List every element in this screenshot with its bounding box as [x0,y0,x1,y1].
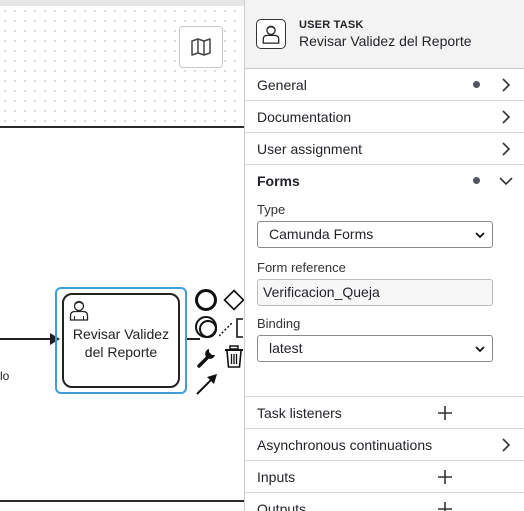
chevron-right-icon [502,78,511,92]
add-task-listener-button[interactable] [436,404,454,422]
task-selection-outline: Revisar Validez del Reporte [55,287,187,394]
group-user-assignment[interactable]: User assignment [245,133,524,165]
forms-group-body: Type Camunda Forms Form reference Verifi… [245,197,524,397]
group-label: User assignment [257,140,363,157]
binding-label: Binding [257,316,301,331]
chevron-right-icon [502,142,511,156]
chevron-right-icon [502,110,511,124]
append-text-annotation-icon[interactable] [219,318,243,338]
sequence-flow-in[interactable] [0,338,52,340]
type-label: Type [257,202,286,217]
pool-top-border [0,126,244,128]
binding-value: latest [269,340,303,356]
add-output-button[interactable] [436,500,454,511]
form-reference-input[interactable]: Verificacion_Queja [257,279,493,306]
form-type-select[interactable]: Camunda Forms [257,221,493,248]
element-type: USER TASK [299,19,364,31]
group-documentation[interactable]: Documentation [245,101,524,133]
data-marker-dot [473,177,480,184]
group-task-listeners[interactable]: Task listeners [245,397,524,429]
properties-panel: USER TASK Revisar Validez del Reporte Ge… [244,0,524,511]
group-forms[interactable]: Forms [245,165,524,197]
group-label: Documentation [257,108,352,125]
form-reference-value: Verificacion_Queja [263,284,380,300]
group-label: Asynchronous continuations [257,436,433,453]
group-inputs[interactable]: Inputs [245,461,524,493]
append-end-event-icon[interactable] [195,289,217,311]
append-intermediate-event-icon[interactable] [195,316,217,338]
group-label: Outputs [257,500,307,511]
chevron-right-icon [502,438,511,452]
minimap-toggle-button[interactable] [179,26,223,68]
user-icon [69,300,89,321]
user-task-icon [256,19,286,49]
add-input-button[interactable] [436,468,454,486]
chevron-down-icon [499,177,513,186]
task-label[interactable]: Revisar Validez del Reporte [64,325,178,361]
group-outputs[interactable]: Outputs [245,493,524,511]
wrench-icon[interactable] [195,345,219,369]
form-type-value: Camunda Forms [269,226,374,242]
group-general[interactable]: General [245,69,524,101]
chevron-down-icon [475,346,485,353]
element-name: Revisar Validez del Reporte [299,33,472,49]
trash-icon[interactable] [224,345,244,369]
connect-arrow-icon[interactable] [195,372,219,396]
data-marker-dot [473,81,480,88]
group-label: Task listeners [257,404,342,421]
bpmn-canvas[interactable]: lo Revisar Validez del Reporte [0,0,244,511]
sequence-flow-label[interactable]: lo [0,369,9,383]
chevron-down-icon [475,232,485,239]
group-asynchronous-continuations[interactable]: Asynchronous continuations [245,429,524,461]
binding-select[interactable]: latest [257,335,493,362]
group-label: Inputs [257,468,296,485]
map-icon [191,38,211,56]
append-gateway-icon[interactable] [223,289,244,311]
user-task-shape[interactable]: Revisar Validez del Reporte [62,293,180,388]
panel-header: USER TASK Revisar Validez del Reporte [245,0,524,69]
sequence-flow-out[interactable] [186,338,200,340]
pool-bottom-border [0,500,244,502]
form-reference-label: Form reference [257,260,346,275]
